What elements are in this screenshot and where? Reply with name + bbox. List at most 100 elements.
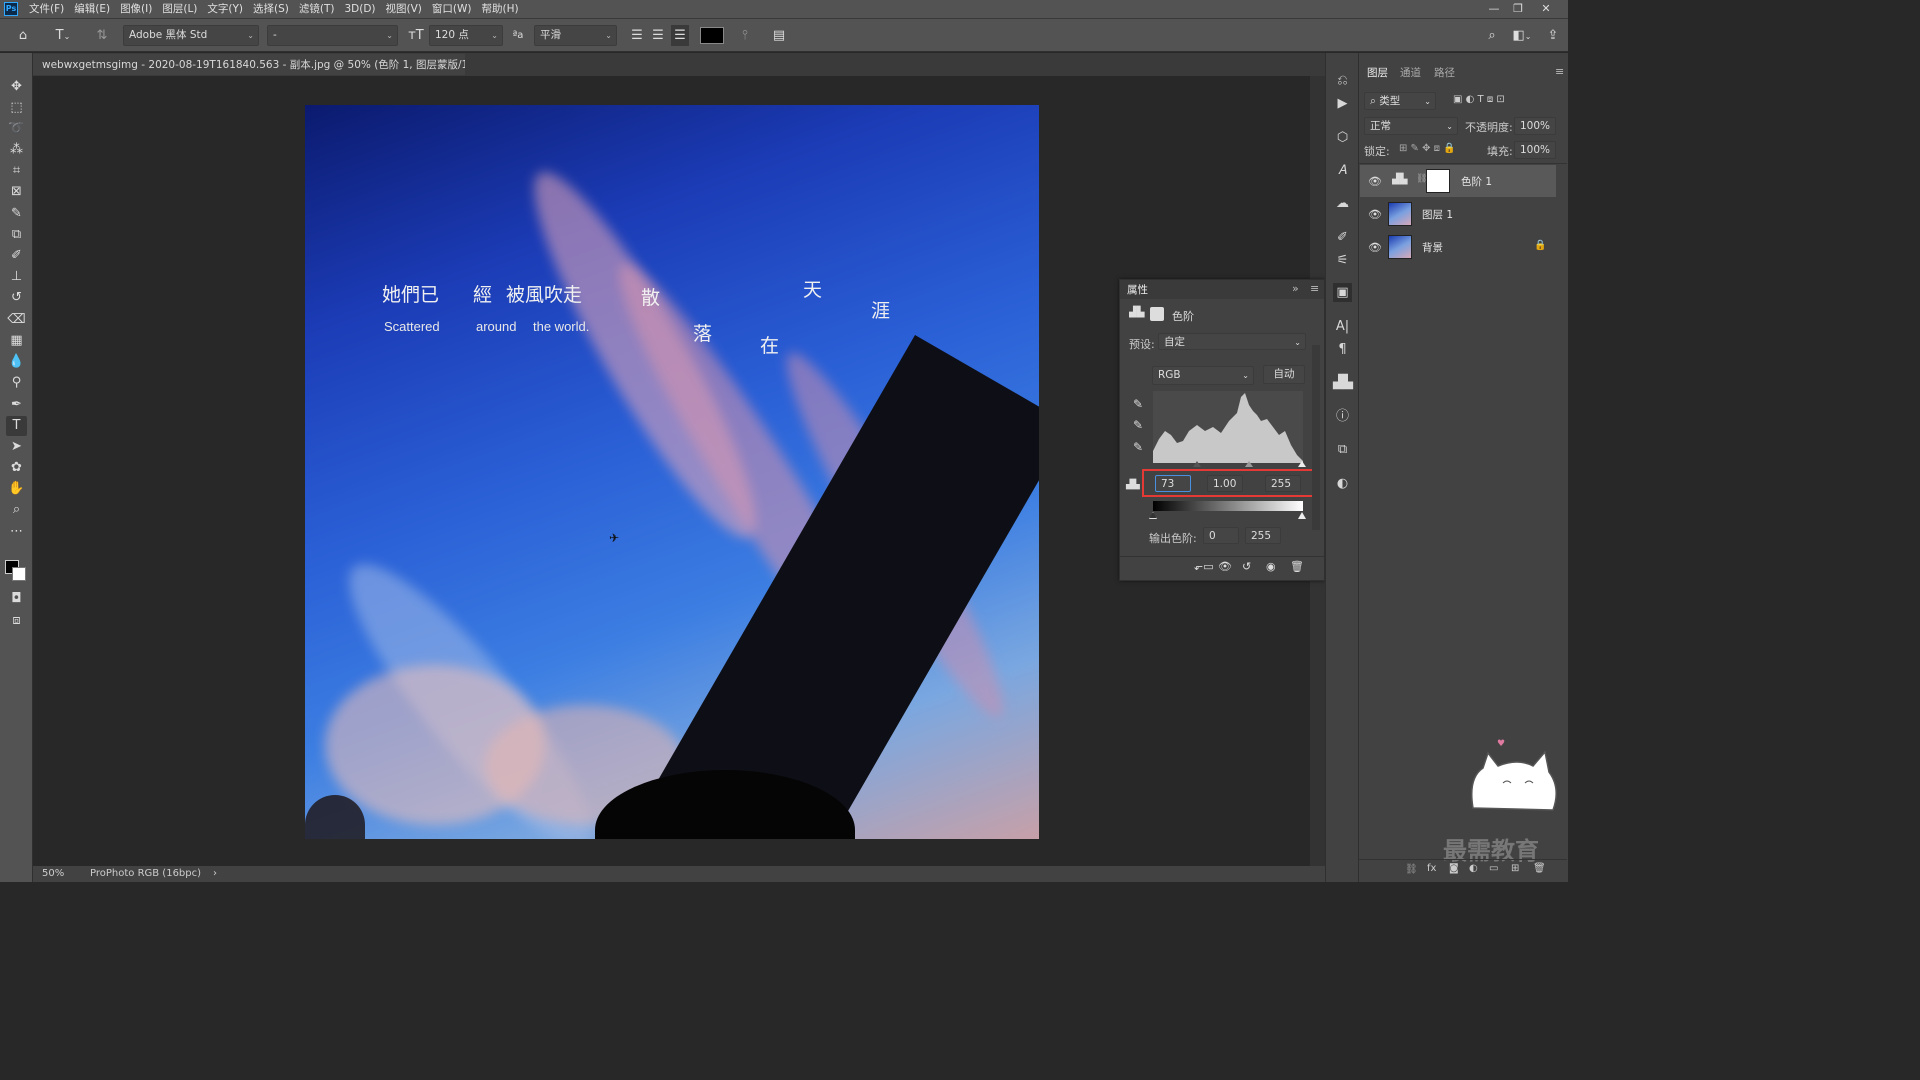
clip-histogram-icon[interactable]: ▟▙ [1126, 480, 1140, 492]
fill-field[interactable]: 100% [1514, 141, 1556, 159]
channel-select[interactable]: RGB ⌄ [1152, 366, 1254, 385]
delete-adjustment-icon[interactable]: 🗑 [1290, 560, 1304, 573]
brush-settings-icon[interactable]: ⚟ [1333, 251, 1352, 270]
mask-icon[interactable] [1150, 307, 1164, 321]
background-color-swatch[interactable] [12, 567, 26, 581]
properties-title-bar[interactable]: 属性 » ≡ [1120, 280, 1324, 299]
delete-layer-icon[interactable]: 🗑 [1533, 863, 1546, 874]
custom-shape-icon[interactable]: ✿ [6, 458, 27, 478]
blur-tool-icon[interactable]: 💧 [6, 352, 27, 372]
zoom-level[interactable]: 50% [42, 866, 64, 882]
character-panel-icon[interactable]: ▤ [770, 25, 788, 46]
lock-icons[interactable]: ⊞ ✎ ✥ ⧈ 🔒 [1399, 143, 1456, 154]
history-brush-icon[interactable]: ↺ [6, 288, 27, 308]
blend-mode-select[interactable]: 正常 ⌄ [1364, 117, 1458, 135]
document-image[interactable]: ✈ 她們已 經 被風吹走 散 落 在 天 涯 Scattered around … [305, 105, 1039, 839]
paragraph-panel-icon[interactable]: ¶ [1333, 340, 1352, 359]
align-left-icon[interactable]: ☰ [629, 25, 645, 46]
reset-icon[interactable]: ↺ [1242, 560, 1251, 573]
search-icon[interactable]: ⌕ [1482, 25, 1502, 46]
clip-to-layer-icon[interactable]: ⬐▭ [1194, 560, 1214, 573]
type-tool-icon[interactable]: T [6, 416, 27, 436]
eraser-tool-icon[interactable]: ⌫ [6, 310, 27, 330]
gray-eyedropper-icon[interactable]: ✎ [1130, 417, 1146, 433]
add-mask-icon[interactable]: ◙ [1449, 863, 1459, 874]
move-tool-icon[interactable]: ✥ [6, 77, 27, 97]
new-layer-icon[interactable]: ⊞ [1511, 863, 1519, 874]
toggle-text-orientation-icon[interactable]: ⇅ [92, 25, 112, 46]
color-panel-icon[interactable]: ◐ [1333, 474, 1352, 493]
properties-tab[interactable]: 属性 [1127, 282, 1148, 297]
font-style-select[interactable]: - ⌄ [267, 25, 398, 46]
close-window-icon[interactable]: ✕ [1534, 0, 1558, 18]
share-icon[interactable]: ⇪ [1544, 25, 1562, 46]
layer-visibility-icon[interactable]: 👁 [1368, 175, 1382, 188]
align-center-icon[interactable]: ☰ [650, 25, 666, 46]
output-white-field[interactable]: 255 [1245, 527, 1281, 544]
path-selection-icon[interactable]: ➤ [6, 437, 27, 457]
info-panel-icon[interactable]: ⓘ [1333, 407, 1352, 426]
screen-mode-icon[interactable]: ⧈ [6, 611, 27, 631]
history-panel-icon[interactable]: ⎌ [1333, 71, 1352, 90]
layer-row-layer1[interactable]: 👁 图层 1 [1360, 198, 1556, 230]
layer-visibility-icon[interactable]: 👁 [1368, 208, 1382, 221]
clone-stamp-icon[interactable]: ⊥ [6, 267, 27, 287]
tab-channels[interactable]: 通道 [1400, 65, 1421, 80]
status-expand-icon[interactable]: › [213, 866, 217, 882]
layer-filter-select[interactable]: ⌕ 类型 ⌄ [1364, 92, 1436, 110]
layers-menu-icon[interactable]: ≡ [1555, 65, 1564, 78]
menu-help[interactable]: 帮助(H) [477, 0, 524, 18]
healing-brush-icon[interactable]: ⧉ [6, 225, 27, 245]
opacity-field[interactable]: 100% [1514, 117, 1556, 135]
white-eyedropper-icon[interactable]: ✎ [1130, 439, 1146, 455]
character-panel-icon[interactable]: A| [1333, 317, 1352, 336]
levels-adjustment-icon[interactable]: ▟▙ [1129, 307, 1145, 321]
tab-layers[interactable]: 图层 [1367, 65, 1388, 80]
libraries-panel-icon[interactable]: ☁ [1333, 194, 1352, 213]
new-group-icon[interactable]: ▭ [1489, 863, 1498, 874]
document-tab[interactable]: webwxgetmsgimg - 2020-08-19T161840.563 -… [33, 53, 465, 75]
glyphs-panel-icon[interactable]: 𝐴 [1333, 161, 1352, 180]
hand-tool-icon[interactable]: ✋ [6, 479, 27, 499]
align-right-icon[interactable]: ☰ [671, 25, 689, 46]
gradient-tool-icon[interactable]: ▦ [6, 331, 27, 351]
fx-icon[interactable]: fx [1427, 863, 1436, 874]
tab-paths[interactable]: 路径 [1434, 65, 1455, 80]
frame-tool-icon[interactable]: ⊠ [6, 182, 27, 202]
auto-button[interactable]: 自动 [1263, 365, 1305, 384]
new-adjustment-icon[interactable]: ◐ [1469, 863, 1478, 874]
brushes-panel-icon[interactable]: ✐ [1333, 228, 1352, 247]
properties-scrollbar[interactable] [1312, 345, 1320, 530]
font-family-select[interactable]: Adobe 黑体 Std ⌄ [123, 25, 259, 46]
menu-3d[interactable]: 3D(D) [339, 0, 380, 18]
warp-text-icon[interactable]: ⫯ [736, 25, 754, 46]
minimize-icon[interactable]: — [1482, 0, 1506, 18]
eyedropper-icon[interactable]: ✎ [6, 204, 27, 224]
menu-file[interactable]: 文件(F) [24, 0, 69, 18]
home-icon[interactable]: ⌂ [12, 25, 34, 46]
dodge-tool-icon[interactable]: ⚲ [6, 373, 27, 393]
menu-window[interactable]: 窗口(W) [427, 0, 477, 18]
layer-row-background[interactable]: 👁 背景 🔒 [1360, 231, 1556, 263]
lasso-tool-icon[interactable]: ➰ [6, 119, 27, 139]
output-white-slider[interactable] [1298, 512, 1306, 519]
workspace-icon[interactable]: ◧⌄ [1508, 25, 1536, 46]
font-size-select[interactable]: 120 点 ⌄ [429, 25, 503, 46]
more-tools-icon[interactable]: ⋯ [6, 522, 27, 542]
anti-alias-select[interactable]: 平滑 ⌄ [534, 25, 617, 46]
output-black-slider[interactable] [1149, 512, 1157, 519]
toggle-visibility-icon[interactable]: ◉ [1266, 560, 1276, 573]
quick-mask-icon[interactable]: ◘ [6, 589, 27, 609]
panel-menu-icon[interactable]: ≡ [1310, 282, 1319, 295]
black-eyedropper-icon[interactable]: ✎ [1130, 396, 1146, 412]
menu-image[interactable]: 图像(I) [115, 0, 157, 18]
menu-layer[interactable]: 图层(L) [157, 0, 202, 18]
zoom-tool-icon[interactable]: ⌕ [6, 500, 27, 520]
rectangular-marquee-icon[interactable]: ⬚ [6, 98, 27, 118]
pen-tool-icon[interactable]: ✒ [6, 395, 27, 415]
menu-view[interactable]: 视图(V) [381, 0, 427, 18]
3d-panel-icon[interactable]: ⬡ [1333, 128, 1352, 147]
layer-thumbnail[interactable] [1388, 235, 1412, 259]
menu-select[interactable]: 选择(S) [248, 0, 294, 18]
actions-panel-icon[interactable]: ▶ [1333, 94, 1352, 113]
